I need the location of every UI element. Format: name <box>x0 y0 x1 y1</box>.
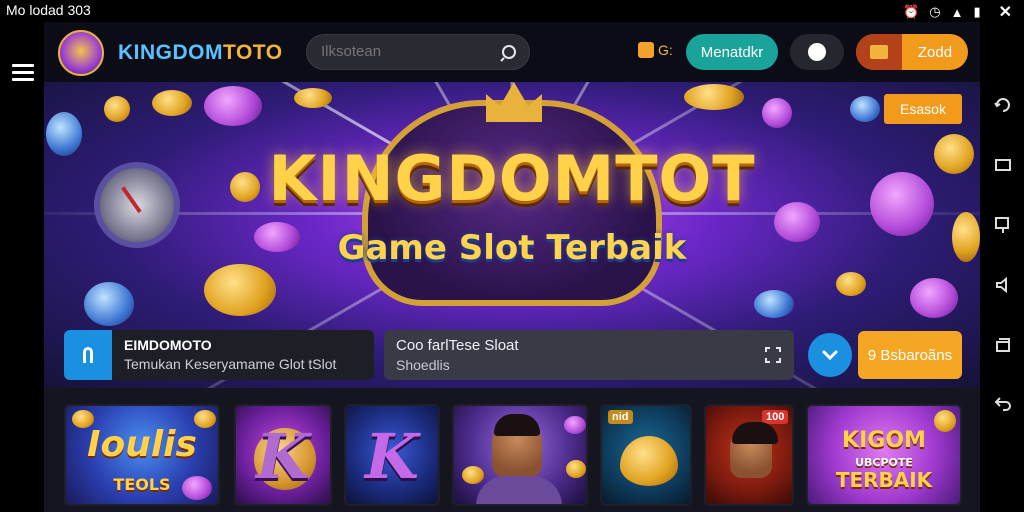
info-strip: EIMDOMOTO Temukan Keseryamame Glot tSlot… <box>44 324 980 388</box>
hero-title: KINGDOMTOT <box>268 142 756 215</box>
game-tag: 100 <box>762 410 789 424</box>
game-tile[interactable]: K <box>344 404 440 506</box>
coin-label: G: <box>658 42 673 58</box>
system-nav-bar <box>980 22 1024 512</box>
game-tile[interactable]: KIGOM UBCPOTE TERBAIK <box>806 404 962 506</box>
game-subtitle: TERBAIK <box>835 468 933 492</box>
close-icon[interactable]: ✕ <box>999 2 1012 22</box>
brand-name-part-a: KINGDOM <box>118 41 223 64</box>
game-title: Ioulis <box>87 424 197 465</box>
status-bar: Mo lodad 303 ⏰ ◷ ▲ ▮ ✕ <box>0 0 1024 22</box>
cta-button[interactable]: 9 Bsbaroãns <box>858 331 962 379</box>
register-button[interactable]: Zodd <box>856 34 968 70</box>
game-subtitle: TEOLS <box>113 475 171 494</box>
coin-indicator[interactable]: G: <box>638 42 673 58</box>
promo-subtitle: Shoedlis <box>396 357 450 373</box>
promo-title: Coo farlTese Sloat <box>396 337 519 354</box>
announcement-title: EIMDOMOTO <box>124 337 212 353</box>
volume-icon[interactable] <box>994 276 1012 294</box>
game-letter: K <box>365 420 419 493</box>
clock-icon: ◷ <box>929 4 941 19</box>
chat-icon <box>808 43 826 61</box>
announcement-text: Temukan Keseryamame Glot tSlot <box>124 356 337 372</box>
search-icon[interactable] <box>499 43 519 63</box>
promo-card[interactable]: Coo farlTese Sloat Shoedlis <box>384 330 794 380</box>
login-button[interactable]: Menatdkr <box>686 34 778 70</box>
brand-name-part-b: TOTO <box>223 41 283 64</box>
site-header: KINGDOMTOTO G: Menatdkr Zodd <box>44 22 980 82</box>
chip-decoration <box>204 86 262 126</box>
character-portrait <box>730 422 778 478</box>
window-icon[interactable] <box>994 156 1012 174</box>
battery-icon: ▮ <box>973 4 981 19</box>
game-list: Ioulis TEOLS K K nid 100 KIGOM UBCPOTE T… <box>44 388 980 512</box>
coin-decoration <box>152 90 192 116</box>
screenshot-icon[interactable] <box>994 216 1012 234</box>
left-bezel <box>0 22 44 512</box>
wifi-icon: ▲ <box>950 4 964 20</box>
chip-decoration <box>754 290 794 318</box>
back-icon[interactable] <box>994 394 1012 412</box>
hero-subtitle: Game Slot Terbaik <box>337 228 687 268</box>
coin-decoration <box>836 272 866 296</box>
game-tile[interactable] <box>452 404 588 506</box>
rotate-icon[interactable] <box>994 96 1012 114</box>
game-tag: nid <box>608 410 633 424</box>
game-tile[interactable]: 100 <box>704 404 794 506</box>
register-label: Zodd <box>917 43 953 61</box>
character-portrait <box>492 414 542 478</box>
chat-button[interactable] <box>790 34 844 70</box>
chevron-down-button[interactable] <box>808 333 852 377</box>
chip-decoration <box>762 98 792 128</box>
game-tile[interactable]: K <box>234 404 332 506</box>
menu-icon[interactable] <box>12 64 34 82</box>
crown-icon <box>486 82 542 122</box>
alarm-icon: ⏰ <box>903 4 920 19</box>
wallet-icon <box>856 34 902 70</box>
search-input[interactable] <box>321 43 491 60</box>
expand-icon[interactable] <box>764 346 782 364</box>
chevron-down-icon <box>822 350 838 361</box>
game-letter: K <box>256 420 310 493</box>
coin-decoration <box>294 88 332 108</box>
hero-badge[interactable]: Esasok <box>884 94 962 124</box>
status-text: Mo lodad 303 <box>6 2 91 18</box>
announcement-card[interactable]: EIMDOMOTO Temukan Keseryamame Glot tSlot <box>64 330 374 380</box>
brand-logo[interactable] <box>58 30 104 76</box>
coin-decoration <box>684 84 744 110</box>
game-tile[interactable]: nid <box>600 404 692 506</box>
coin-decoration <box>204 264 276 316</box>
lock-icon <box>64 330 112 380</box>
brand-name[interactable]: KINGDOMTOTO <box>118 41 283 65</box>
game-tile[interactable]: Ioulis TEOLS <box>64 404 220 506</box>
chip-decoration <box>84 282 134 326</box>
search-box[interactable] <box>306 34 530 70</box>
chip-decoration <box>850 96 880 122</box>
status-icons: ⏰ ◷ ▲ ▮ ✕ <box>903 2 1012 22</box>
chip-decoration <box>910 278 958 318</box>
coin-icon <box>638 42 654 58</box>
coin-decoration <box>104 96 130 122</box>
game-title: KIGOM <box>842 428 926 453</box>
recent-apps-icon[interactable] <box>994 336 1012 354</box>
